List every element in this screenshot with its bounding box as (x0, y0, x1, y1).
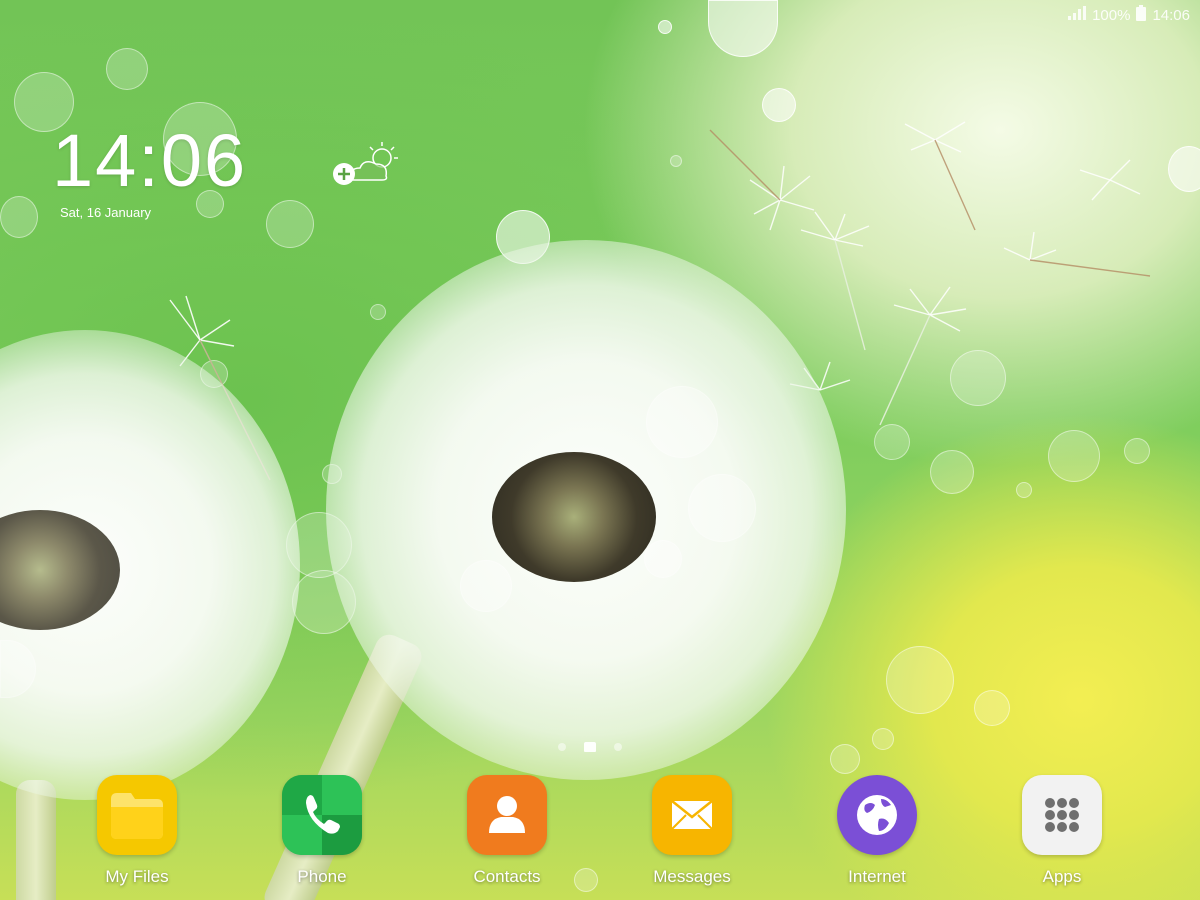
app-label: Apps (1042, 867, 1082, 886)
dandelion-seed-head (492, 452, 656, 582)
phone-icon[interactable] (282, 775, 362, 855)
signal-icon (1068, 6, 1087, 24)
battery-percentage: 100% (1092, 6, 1131, 24)
app-internet[interactable]: Internet (807, 775, 947, 887)
page-dot[interactable] (614, 743, 622, 751)
home-screen: 100% 14:06 14:06 Sat, 16 January My File… (0, 0, 1200, 900)
globe-icon[interactable] (837, 775, 917, 855)
folder-icon[interactable] (97, 775, 177, 855)
page-indicator[interactable] (558, 742, 622, 752)
app-label: My Files (105, 867, 169, 886)
clock-time[interactable]: 14:06 (52, 124, 247, 198)
add-weather-icon[interactable] (330, 138, 410, 188)
app-contacts[interactable]: Contacts (437, 775, 577, 887)
contact-person-icon[interactable] (467, 775, 547, 855)
page-dot[interactable] (558, 743, 566, 751)
app-label: Contacts (473, 867, 541, 886)
app-my-files[interactable]: My Files (67, 775, 207, 887)
status-bar: 100% 14:06 (1068, 0, 1200, 30)
app-apps[interactable]: Apps (992, 775, 1132, 887)
app-label: Phone (297, 867, 347, 886)
apps-grid-icon[interactable] (1022, 775, 1102, 855)
app-dock: My Files Phone Contacts Messages Interne… (0, 775, 1200, 895)
app-messages[interactable]: Messages (622, 775, 762, 887)
status-time: 14:06 (1152, 6, 1190, 24)
home-page-icon[interactable] (584, 742, 596, 752)
clock-date[interactable]: Sat, 16 January (60, 205, 151, 220)
app-label: Internet (848, 867, 906, 886)
weather-widget[interactable] (330, 138, 410, 188)
envelope-icon[interactable] (652, 775, 732, 855)
app-phone[interactable]: Phone (252, 775, 392, 887)
battery-icon (1136, 5, 1147, 25)
app-label: Messages (653, 867, 731, 886)
